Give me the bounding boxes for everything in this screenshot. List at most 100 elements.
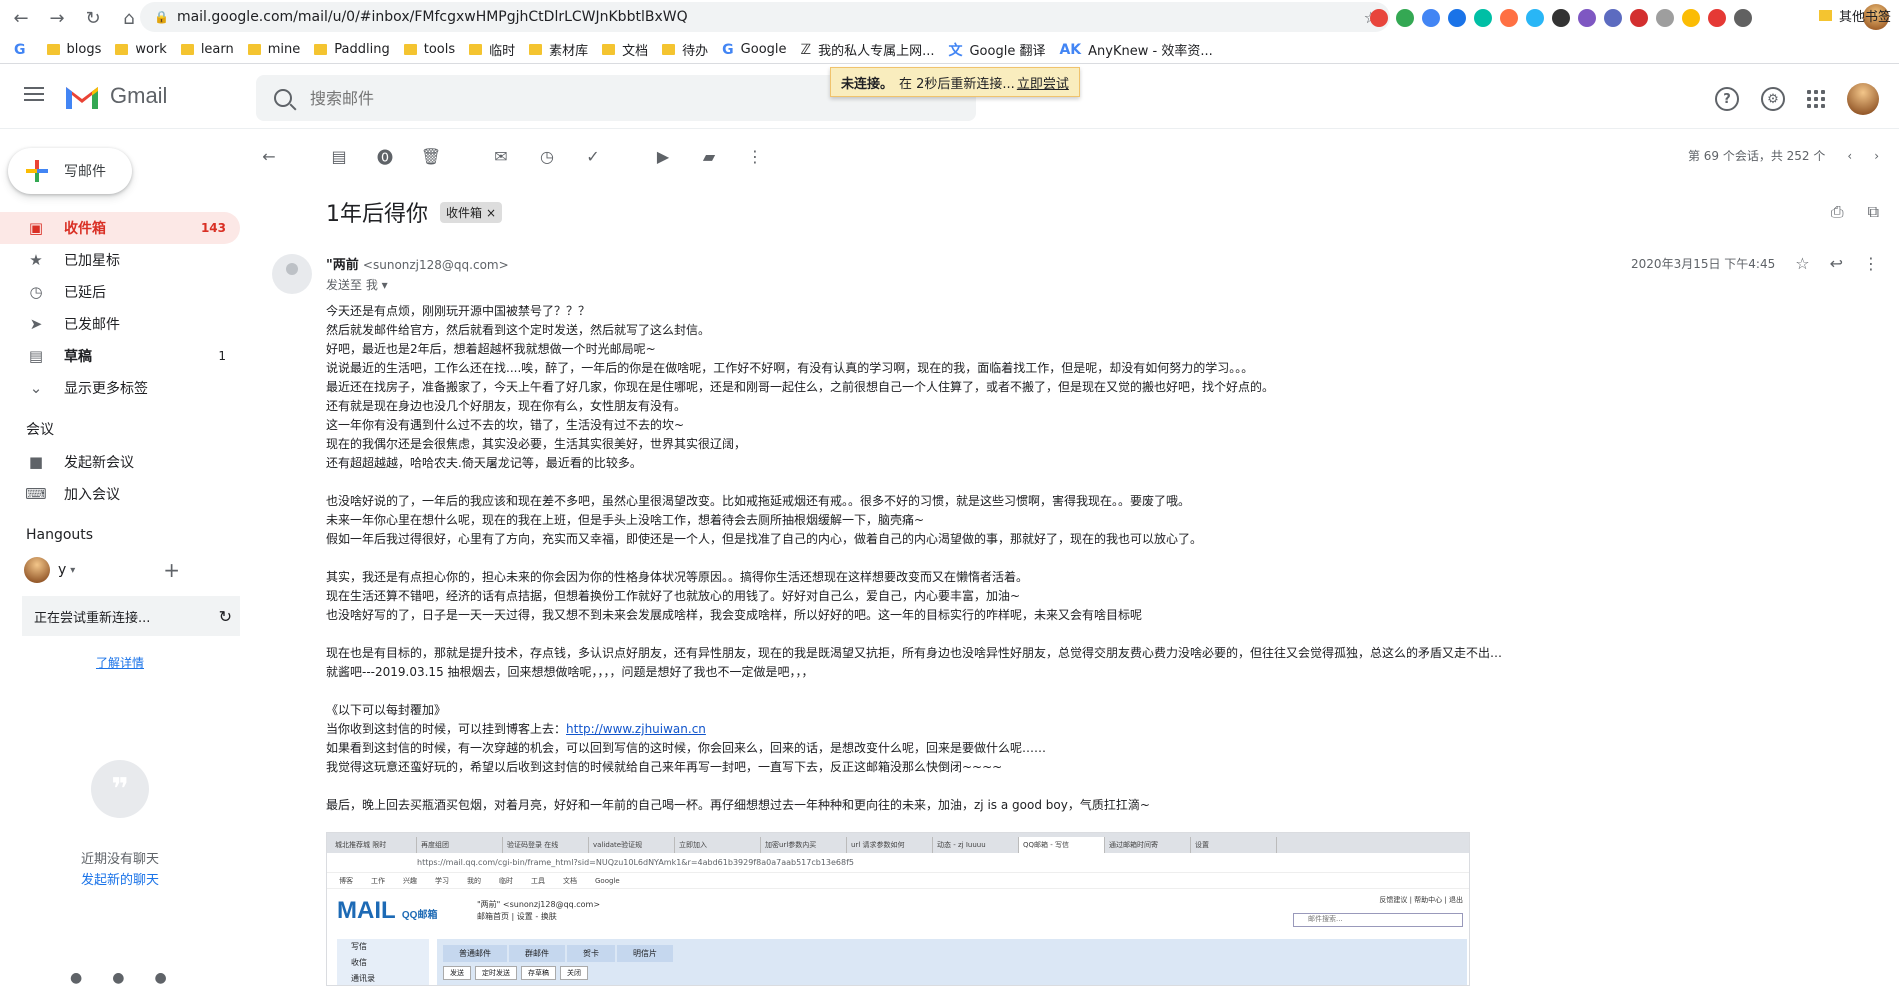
join-meeting-item[interactable]: ⌨ 加入会议 [0,478,240,510]
nav-item-snoozed[interactable]: ◷ 已延后 [0,276,240,308]
bookmark-item[interactable]: 临时 [469,40,515,59]
nav-count: 1 [218,349,226,363]
extension-icon[interactable] [1682,9,1700,27]
send-to-me[interactable]: 发送至 我 ▾ [326,276,388,293]
extension-icon[interactable] [1708,9,1726,27]
archive-icon[interactable]: ▤ [326,143,352,169]
qq-compose-tab: 贺卡 [567,945,615,962]
settings-gear-icon[interactable]: ⚙ [1761,87,1785,111]
compose-button[interactable]: 写邮件 [8,148,132,194]
chevron-down-icon[interactable]: ▾ [382,278,388,292]
message-toolbar: ← ▤ ⓿ 🗑 ✉ ◷ ✓ ▶ ▰ ⋮ 第 69 个会话，共 252 个 ‹ › [256,138,1899,174]
bookmark-item[interactable]: 文档 [602,40,648,59]
extension-icon[interactable] [1526,9,1544,27]
forward-icon[interactable]: → [42,3,72,33]
google-icon: G [14,41,26,58]
extension-icon[interactable] [1552,9,1570,27]
reply-icon[interactable]: ↩ [1830,254,1843,273]
body-line: 然后就发邮件给官方，然后就看到这个定时发送，然后就写了这么封信。 [326,323,711,337]
nav-item-more[interactable]: ⌄ 显示更多标签 [0,372,240,404]
prev-icon[interactable]: ‹ [1847,149,1852,163]
extension-icon[interactable] [1604,9,1622,27]
chevron-down-icon[interactable]: ▾ [70,565,75,576]
remove-label-icon[interactable]: × [486,206,496,220]
open-new-window-icon[interactable]: ⧉ [1868,202,1879,222]
main-menu-icon[interactable] [24,87,44,101]
move-to-icon[interactable]: ▶ [650,143,676,169]
bookmark-item[interactable]: G Google [722,42,786,58]
next-icon[interactable]: › [1874,149,1879,163]
gmail-logo[interactable]: Gmail [64,83,167,109]
folder-icon [180,44,194,55]
account-avatar[interactable] [1847,83,1879,115]
extension-icon[interactable] [1474,9,1492,27]
hangouts-user[interactable]: y ▾ + [0,552,240,588]
apps-grid-icon[interactable] [1807,90,1825,108]
reload-icon[interactable]: ↻ [78,3,108,33]
report-spam-icon[interactable]: ⓿ [372,143,398,169]
extension-icon[interactable] [1630,9,1648,27]
new-meeting-item[interactable]: ■ 发起新会议 [0,446,240,478]
delete-icon[interactable]: 🗑 [418,143,444,169]
snooze-icon[interactable]: ◷ [534,143,560,169]
bookmark-item[interactable]: 待办 [662,40,708,59]
mark-unread-icon[interactable]: ✉ [488,143,514,169]
add-chat-icon[interactable]: + [163,558,180,582]
inbox-label-chip[interactable]: 收件箱 × [440,201,503,223]
label-icon[interactable]: ▰ [696,143,722,169]
bookmark-item[interactable]: blogs [46,42,102,57]
extension-icon[interactable] [1500,9,1518,27]
nav-label: 已加星标 [64,253,120,269]
bookmark-item[interactable]: AK AnyKnew - 效率资... [1059,40,1212,60]
body-line: 还有就是现在身边也没几个好朋友，现在你有么，女性朋友有没有。 [326,399,687,413]
print-icon[interactable]: ⎙ [1831,202,1844,222]
blog-link[interactable]: http://www.zjhuiwan.cn [566,722,706,736]
embedded-bookmark: 兴趣 [403,876,417,885]
chat-icon[interactable]: ● [112,970,124,986]
person-icon[interactable]: ● [70,970,82,986]
other-bookmarks[interactable]: 其他书签 [1818,6,1891,25]
nav-item-sent[interactable]: ➤ 已发邮件 [0,308,240,340]
refresh-icon[interactable]: ↻ [219,607,232,626]
bookmark-item[interactable]: mine [247,42,300,57]
nav-item-inbox[interactable]: ▣ 收件箱 143 [0,212,240,244]
bookmark-item[interactable]: tools [403,42,455,57]
bookmark-item[interactable]: Paddling [314,42,390,57]
extension-icon[interactable] [1656,9,1674,27]
folder-icon [469,44,483,55]
back-icon[interactable]: ← [6,3,36,33]
bookmark-item[interactable]: 文 Google 翻译 [948,40,1045,60]
retry-now-link[interactable]: 立即尝试 [1017,73,1069,92]
search-input[interactable] [310,88,810,108]
extension-icon[interactable] [1370,9,1388,27]
start-chat-link[interactable]: 发起新的聊天 [0,869,240,888]
extension-icon[interactable] [1422,9,1440,27]
folder-icon [314,44,328,55]
bookmark-item[interactable]: 素材库 [529,40,588,59]
star-icon[interactable]: ☆ [1795,254,1809,273]
extension-icon[interactable] [1396,9,1414,27]
qq-mail-logo: MAIL QQ邮箱 [337,897,437,925]
address-bar[interactable]: 🔒 mail.google.com/mail/u/0/#inbox/FMfcgx… [140,2,1390,32]
nav-label: 收件箱 [64,221,106,237]
help-icon[interactable]: ? [1715,87,1739,111]
more-vert-icon[interactable]: ⋮ [742,143,768,169]
search-icon[interactable] [274,89,292,107]
bookmark-item[interactable]: ℤ 我的私人专属上网... [801,40,935,60]
nav-item-drafts[interactable]: ▤ 草稿 1 [0,340,240,372]
more-vert-icon[interactable]: ⋮ [1863,254,1879,273]
extension-icon[interactable] [1448,9,1466,27]
bookmark-item[interactable]: learn [180,42,234,57]
back-arrow-icon[interactable]: ← [256,143,282,169]
bookmark-item[interactable]: work [115,42,167,57]
bookmark-label: blogs [66,42,102,57]
google-apps-bookmark[interactable]: G [14,42,33,58]
phone-icon[interactable]: ● [154,970,166,986]
add-task-icon[interactable]: ✓ [580,143,606,169]
gmail-m-icon [66,87,98,109]
no-chat-panel: ❞ 近期没有聊天 发起新的聊天 [0,760,240,888]
puzzle-icon[interactable] [1734,9,1752,27]
nav-item-starred[interactable]: ★ 已加星标 [0,244,240,276]
learn-more-link[interactable]: 了解详情 [0,654,240,671]
extension-icon[interactable] [1578,9,1596,27]
